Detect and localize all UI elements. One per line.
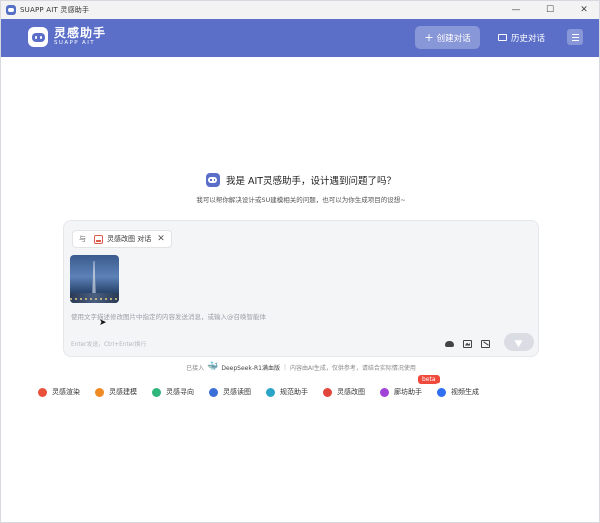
title-bar: SUAPP AIT 灵感助手 — ☐ ✕ xyxy=(1,1,599,19)
compass-icon xyxy=(152,387,161,397)
brand: 灵感助手 SUAPP AIT xyxy=(28,27,106,47)
feature-spec-assistant[interactable]: 规范助手 xyxy=(260,383,314,401)
video-icon xyxy=(437,387,446,397)
brand-subtitle: SUAPP AIT xyxy=(54,40,96,46)
agent-chip[interactable]: 与 灵感改图 对话 ✕ xyxy=(72,230,172,248)
window-title: SUAPP AIT 灵感助手 xyxy=(20,6,90,14)
send-button[interactable] xyxy=(504,333,534,351)
send-icon xyxy=(513,336,525,348)
feature-read-image[interactable]: 灵感读图 xyxy=(203,383,257,401)
feature-modeling[interactable]: 灵感建模 xyxy=(89,383,143,401)
feature-direction[interactable]: 灵感寻向 xyxy=(146,383,200,401)
app-header: 灵感助手 SUAPP AIT + 创建对话 历史对话 xyxy=(1,19,599,57)
image-icon xyxy=(463,339,472,348)
app-logo-icon xyxy=(6,5,16,15)
brand-name: 灵感助手 xyxy=(54,26,107,40)
feature-video[interactable]: 视频生成 xyxy=(431,383,485,401)
history-label: 历史对话 xyxy=(511,33,546,44)
render-icon xyxy=(38,387,47,397)
new-chat-label: 创建对话 xyxy=(436,33,471,44)
read-image-icon xyxy=(209,387,218,397)
history-button[interactable]: 历史对话 xyxy=(498,26,545,49)
chip-close-icon[interactable]: ✕ xyxy=(157,234,165,244)
magic-wand-icon xyxy=(380,387,389,397)
greeting-subtitle: 我可以帮你解决设计或SU建模相关的问题，也可以为你生成项目的设想~ xyxy=(196,196,406,204)
feature-magic-assistant[interactable]: 廊坊助手 beta xyxy=(374,375,440,401)
attached-image-thumbnail[interactable] xyxy=(70,255,119,303)
feature-bar: 灵感渲染 灵感建模 灵感寻向 灵感读图 规范助手 灵感改图 廊坊助手 beta 视… xyxy=(32,375,488,401)
screenshot-icon xyxy=(481,339,490,348)
edit-image-icon xyxy=(323,387,332,397)
plus-icon: + xyxy=(424,31,434,44)
minimize-button[interactable]: — xyxy=(499,1,533,19)
model-info: 已接入 🐳 DeepSeek-R1满血版 | 内容由AI生成，仅供参考，请结合实… xyxy=(1,362,599,372)
hamburger-icon xyxy=(571,33,579,35)
robot-logo-icon xyxy=(28,27,48,47)
spec-icon xyxy=(266,387,275,397)
composer-card: 与 灵感改图 对话 ✕ 使用文字描述修改图片中指定的内容发送消息，或输入@召唤智… xyxy=(63,220,539,357)
window-controls: — ☐ ✕ xyxy=(499,1,599,19)
greeting: 我是 AIT灵感助手，设计遇到问题了吗？ xyxy=(1,173,599,187)
image-edit-icon xyxy=(94,234,103,244)
maximize-button[interactable]: ☐ xyxy=(533,1,567,19)
robot-icon xyxy=(205,173,220,187)
screenshot-button[interactable] xyxy=(480,338,491,349)
feature-render[interactable]: 灵感渲染 xyxy=(32,383,86,401)
modeling-icon xyxy=(95,387,104,397)
chat-history-icon xyxy=(498,34,507,41)
new-chat-button[interactable]: + 创建对话 xyxy=(415,26,480,49)
chip-prefix: 与 xyxy=(79,235,86,243)
greeting-title: 我是 AIT灵感助手，设计遇到问题了吗？ xyxy=(225,176,397,187)
close-button[interactable]: ✕ xyxy=(567,1,599,19)
upload-button[interactable] xyxy=(444,338,455,349)
app-window: SUAPP AIT 灵感助手 — ☐ ✕ 灵感助手 SUAPP AIT + 创建… xyxy=(0,0,600,523)
feature-edit-image[interactable]: 灵感改图 xyxy=(317,383,371,401)
model-prefix: 已接入 xyxy=(186,364,205,372)
chip-label: 灵感改图 对话 xyxy=(107,235,152,243)
image-button[interactable] xyxy=(462,338,473,349)
divider: | xyxy=(283,363,287,371)
keyboard-hint: Enter发送，Ctrl+Enter换行 xyxy=(71,342,147,348)
cloud-upload-icon xyxy=(445,340,454,347)
model-name: DeepSeek-R1满血版 xyxy=(221,364,280,372)
ai-disclaimer: 内容由AI生成，仅供参考，请结合实际情况使用 xyxy=(290,364,416,372)
mouse-cursor-icon: ➤ xyxy=(99,318,107,328)
deepseek-whale-icon: 🐳 xyxy=(207,362,219,372)
menu-button[interactable] xyxy=(567,29,583,45)
